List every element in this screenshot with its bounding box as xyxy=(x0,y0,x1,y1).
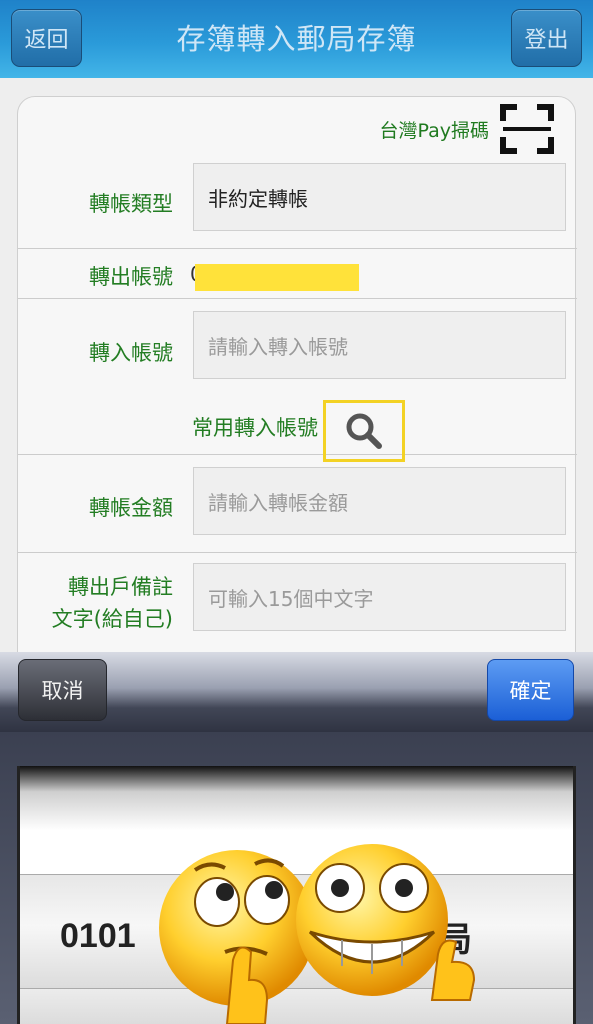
transfer-type-label: 轉帳類型 xyxy=(89,192,173,216)
transfer-type-select[interactable]: 非約定轉帳 xyxy=(193,163,566,231)
search-icon xyxy=(346,413,382,449)
picker-toolbar: 取消 確定 xyxy=(0,652,593,732)
back-button[interactable]: 返回 xyxy=(11,9,82,67)
grinning-thumbs-up-emoji xyxy=(296,844,476,1001)
to-account-placeholder: 請輸入轉入帳號 xyxy=(208,334,348,359)
redaction-mask xyxy=(195,264,359,291)
memo-placeholder: 可輸入15個中文字 xyxy=(208,586,374,611)
amount-row: 轉帳金額 請輸入轉帳金額 xyxy=(18,455,577,553)
memo-label: 轉出戶備註 文字(給自己) xyxy=(28,571,173,635)
picker-selected-code[interactable]: 0101 xyxy=(60,917,136,956)
logout-button[interactable]: 登出 xyxy=(511,9,582,67)
transfer-type-value: 非約定轉帳 xyxy=(208,186,308,211)
memo-label-line1: 轉出戶備註 xyxy=(68,575,173,599)
picker-confirm-button[interactable]: 確定 xyxy=(487,659,574,721)
from-account-label: 轉出帳號 xyxy=(89,265,173,289)
to-account-input[interactable]: 請輸入轉入帳號 xyxy=(193,311,566,379)
taiwan-pay-scan[interactable]: 台灣Pay掃碼 xyxy=(380,103,556,155)
amount-input[interactable]: 請輸入轉帳金額 xyxy=(193,467,566,535)
transfer-form: 台灣Pay掃碼 轉帳類型 非約定轉帳 轉出帳號 0 轉入帳號 請輸入轉入帳號 常… xyxy=(17,96,577,676)
memo-input[interactable]: 可輸入15個中文字 xyxy=(193,563,566,631)
scan-qr-icon[interactable] xyxy=(499,103,555,155)
to-account-label: 轉入帳號 xyxy=(89,341,173,365)
common-account-label: 常用轉入帳號 xyxy=(192,416,318,440)
common-account-search-button[interactable] xyxy=(323,400,405,462)
amount-label: 轉帳金額 xyxy=(89,496,173,520)
amount-placeholder: 請輸入轉帳金額 xyxy=(208,490,348,515)
page-title: 存簿轉入郵局存簿 xyxy=(176,22,417,56)
taiwan-pay-scan-label: 台灣Pay掃碼 xyxy=(379,119,490,142)
transfer-type-row: 轉帳類型 非約定轉帳 xyxy=(18,153,577,249)
app-header: 返回 存簿轉入郵局存簿 登出 xyxy=(0,0,593,78)
memo-label-line2: 文字(給自己) xyxy=(51,607,173,631)
picker-cancel-button[interactable]: 取消 xyxy=(18,659,107,721)
